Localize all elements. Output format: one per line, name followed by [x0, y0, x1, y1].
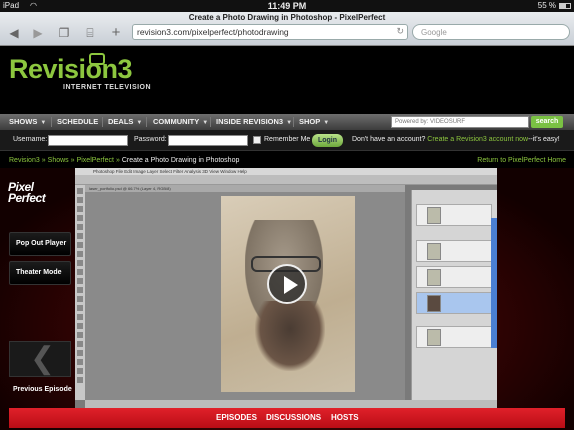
- site-search-input[interactable]: Powered by: VIDEOSURF: [391, 116, 529, 128]
- url-text: revision3.com/pixelperfect/photodrawing: [137, 27, 289, 37]
- photoshop-layers-panel: [411, 190, 497, 400]
- back-icon[interactable]: ◀: [6, 26, 22, 40]
- portrait-beard: [255, 301, 325, 371]
- breadcrumb-shows[interactable]: Shows: [48, 157, 69, 164]
- logo-word: Revision3: [9, 54, 133, 84]
- tab-hosts[interactable]: HOSTS: [331, 413, 359, 422]
- page-title: Create a Photo Drawing in Photoshop - Pi…: [188, 13, 386, 22]
- episode-tabs: EPISODES DISCUSSIONS HOSTS: [9, 408, 565, 428]
- breadcrumb-show[interactable]: PixelPerfect: [77, 157, 114, 164]
- photoshop-menubar: Photoshop File Edit Image Layer Select F…: [75, 168, 497, 175]
- photoshop-toolbox: [75, 185, 85, 400]
- password-label: Password:: [134, 136, 167, 143]
- create-account-link[interactable]: Create a Revision3 account now: [427, 136, 528, 143]
- logo-subtitle: INTERNET TELEVISION: [63, 84, 152, 91]
- return-home-link[interactable]: Return to PixelPerfect Home: [477, 157, 566, 164]
- nav-shop[interactable]: SHOP ▼: [299, 114, 329, 130]
- tab-discussions[interactable]: DISCUSSIONS: [266, 413, 321, 422]
- breadcrumb-current: Create a Photo Drawing in Photoshop: [121, 157, 240, 164]
- username-label: Username:: [13, 136, 48, 143]
- nav-shows[interactable]: SHOWS ▼: [9, 114, 46, 130]
- nav-schedule[interactable]: SCHEDULE: [57, 114, 98, 130]
- player-stage: Pixel Perfect Pop Out Player Theater Mod…: [0, 168, 574, 430]
- previous-episode-label[interactable]: Previous Episode: [13, 386, 72, 393]
- pages-icon[interactable]: ❐: [56, 26, 72, 40]
- photoshop-statusbar: [85, 400, 497, 408]
- video-player[interactable]: Photoshop File Edit Image Layer Select F…: [75, 168, 497, 408]
- play-icon[interactable]: [267, 264, 307, 304]
- photoshop-options-bar: [75, 175, 497, 185]
- battery-icon: [559, 3, 571, 9]
- pixelperfect-logo: Pixel Perfect: [8, 180, 46, 205]
- main-nav: SHOWS ▼ SCHEDULE DEALS ▼ COMMUNITY ▼ INSIDE…: [0, 114, 574, 130]
- nav-deals[interactable]: DEALS ▼: [108, 114, 142, 130]
- tab-episodes[interactable]: EPISODES: [216, 413, 257, 422]
- breadcrumb: Revision3» Shows» PixelPerfect» Create a Ph…: [9, 157, 240, 164]
- theater-mode-button[interactable]: Theater Mode: [9, 261, 71, 285]
- site: Revision3 INTERNET TELEVISION SHOWS ▼ SCH…: [0, 47, 574, 430]
- pop-out-player-button[interactable]: Pop Out Player: [9, 232, 71, 256]
- reload-icon[interactable]: ↻: [396, 26, 404, 37]
- tv-icon: [89, 53, 105, 65]
- password-field[interactable]: [168, 135, 248, 146]
- battery-percent: 55 %: [537, 1, 556, 10]
- login-button[interactable]: Login: [312, 134, 343, 147]
- search-button[interactable]: search: [531, 116, 563, 128]
- username-field[interactable]: [48, 135, 128, 146]
- previous-episode-thumb[interactable]: ❮: [9, 341, 71, 377]
- revision3-logo[interactable]: Revision3 INTERNET TELEVISION: [9, 53, 152, 91]
- chevron-left-icon: ❮: [30, 342, 56, 375]
- nav-community[interactable]: COMMUNITY ▼: [153, 114, 208, 130]
- clock: 11:49 PM: [267, 1, 307, 11]
- nav-inside-revision3[interactable]: INSIDE REVISION3 ▼: [216, 114, 292, 130]
- remember-label: Remember Me: [264, 136, 311, 143]
- photoshop-document-tab: laser_portfolio.psd @ 66.7% (Layer 4, RG…: [85, 185, 405, 192]
- forward-icon[interactable]: ▶: [30, 26, 46, 40]
- remember-checkbox[interactable]: [253, 136, 261, 144]
- breadcrumb-revision3[interactable]: Revision3: [9, 157, 40, 164]
- login-bar: Username: Password: Remember Me Login Do…: [0, 130, 574, 151]
- search-field[interactable]: Google: [412, 24, 570, 40]
- add-icon[interactable]: +: [108, 25, 124, 40]
- bookmarks-icon[interactable]: ⌸: [82, 26, 98, 40]
- browser-toolbar: Create a Photo Drawing in Photoshop - Pi…: [0, 12, 574, 46]
- url-field[interactable]: revision3.com/pixelperfect/photodrawing …: [132, 24, 408, 40]
- status-bar: iPad ◠ 11:49 PM 55 %: [0, 0, 574, 12]
- signup-message: Don't have an account? Create a Revision…: [352, 136, 560, 143]
